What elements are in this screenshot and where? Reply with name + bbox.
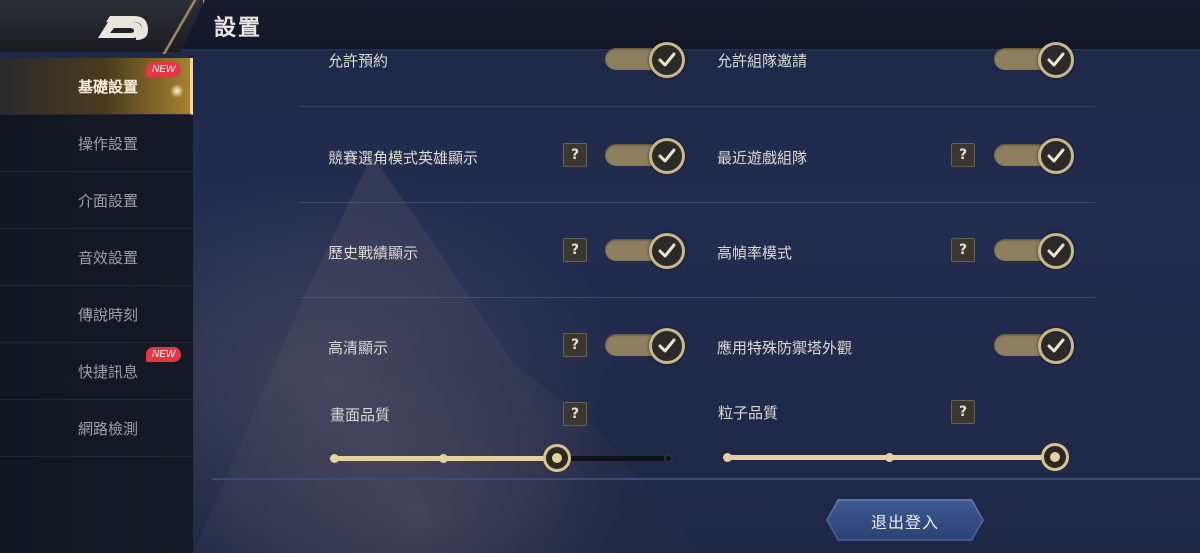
- special-tower-skin-label: 應用特殊防禦塔外觀: [717, 339, 853, 357]
- sparkle-icon: [170, 84, 184, 98]
- toggle-knob: [1038, 42, 1074, 78]
- sidebar-item-label: 操作設置: [78, 135, 139, 153]
- sidebar-item-quick-messages[interactable]: 快捷訊息 NEW: [0, 343, 193, 400]
- particle-quality-label: 粒子品質: [718, 404, 779, 422]
- slider-step-dot: [330, 454, 339, 463]
- back-button-panel[interactable]: [0, 0, 205, 52]
- sidebar-item-interface-settings[interactable]: 介面設置: [0, 172, 193, 229]
- sidebar-item-label: 介面設置: [78, 192, 139, 210]
- allow-reservation-label: 允許預約: [328, 52, 389, 70]
- sidebar-item-legend-moments[interactable]: 傳說時刻: [0, 286, 193, 343]
- toggle-knob: [1038, 328, 1074, 364]
- row-divider: [300, 106, 1095, 107]
- help-icon[interactable]: ?: [563, 143, 587, 167]
- graphics-quality-label: 畫面品質: [330, 406, 391, 424]
- new-badge: NEW: [146, 347, 182, 362]
- high-fps-mode-label: 高幀率模式: [717, 244, 793, 262]
- back-arrow-icon[interactable]: [96, 12, 148, 40]
- toggle-knob: [649, 138, 685, 174]
- toggle-knob: [1038, 233, 1074, 269]
- sidebar-item-control-settings[interactable]: 操作設置: [0, 115, 193, 172]
- help-icon[interactable]: ?: [563, 402, 587, 426]
- footer-divider: [212, 478, 1200, 480]
- sidebar-item-network-test[interactable]: 網路檢測: [0, 400, 193, 457]
- sidebar-item-label: 網路檢測: [78, 420, 139, 438]
- recent-team-label: 最近遊戲組隊: [717, 149, 808, 167]
- help-icon[interactable]: ?: [951, 143, 975, 167]
- sidebar-item-label: 音效設置: [78, 249, 139, 267]
- graphics-quality-slider[interactable]: [330, 443, 676, 473]
- row-divider: [300, 202, 1095, 203]
- checkmark-icon: [1047, 52, 1065, 67]
- slider-step-dot: [723, 453, 732, 462]
- toggle-knob: [649, 328, 685, 364]
- allow-team-invite-label: 允許組隊邀請: [717, 52, 808, 70]
- new-badge: NEW: [146, 62, 182, 77]
- logout-button[interactable]: 退出登入: [826, 499, 984, 541]
- checkmark-icon: [1047, 243, 1065, 258]
- row-divider: [300, 297, 1095, 298]
- checkmark-icon: [658, 148, 676, 163]
- slider-step-dot: [664, 454, 673, 463]
- page-title: 設置: [214, 16, 263, 41]
- slider-thumb[interactable]: [1041, 443, 1069, 471]
- allow-reservation-toggle[interactable]: [605, 42, 685, 78]
- history-record-display-label: 歷史戰績顯示: [328, 244, 419, 262]
- checkmark-icon: [658, 338, 676, 353]
- recent-team-toggle[interactable]: [994, 138, 1074, 174]
- slider-step-dot: [885, 453, 894, 462]
- toggle-knob: [1038, 138, 1074, 174]
- sidebar: 基礎設置 NEW 操作設置 介面設置 音效設置 傳說時刻 快捷訊息 NEW 網路…: [0, 58, 193, 553]
- hd-display-label: 高清顯示: [328, 339, 389, 357]
- particle-quality-slider[interactable]: [723, 442, 1071, 472]
- help-icon[interactable]: ?: [951, 400, 975, 424]
- help-icon[interactable]: ?: [951, 238, 975, 262]
- hd-display-toggle[interactable]: [605, 328, 685, 364]
- logout-button-label: 退出登入: [870, 513, 939, 532]
- checkmark-icon: [658, 52, 676, 67]
- ranked-pick-hero-display-label: 競賽選角模式英雄顯示: [328, 149, 479, 167]
- allow-team-invite-toggle[interactable]: [994, 42, 1074, 78]
- toggle-knob: [649, 42, 685, 78]
- slider-thumb[interactable]: [543, 444, 571, 472]
- help-icon[interactable]: ?: [563, 238, 587, 262]
- sidebar-item-label: 傳說時刻: [78, 306, 139, 324]
- high-fps-mode-toggle[interactable]: [994, 233, 1074, 269]
- special-tower-skin-toggle[interactable]: [994, 328, 1074, 364]
- sidebar-item-basic-settings[interactable]: 基礎設置 NEW: [0, 58, 193, 115]
- checkmark-icon: [1047, 338, 1065, 353]
- ranked-pick-hero-display-toggle[interactable]: [605, 138, 685, 174]
- sidebar-item-label: 基礎設置: [78, 78, 139, 96]
- toggle-knob: [649, 233, 685, 269]
- sidebar-item-sound-settings[interactable]: 音效設置: [0, 229, 193, 286]
- checkmark-icon: [1047, 148, 1065, 163]
- checkmark-icon: [658, 243, 676, 258]
- help-icon[interactable]: ?: [563, 333, 587, 357]
- slider-step-dot: [439, 454, 448, 463]
- history-record-display-toggle[interactable]: [605, 233, 685, 269]
- sidebar-item-label: 快捷訊息: [78, 363, 139, 381]
